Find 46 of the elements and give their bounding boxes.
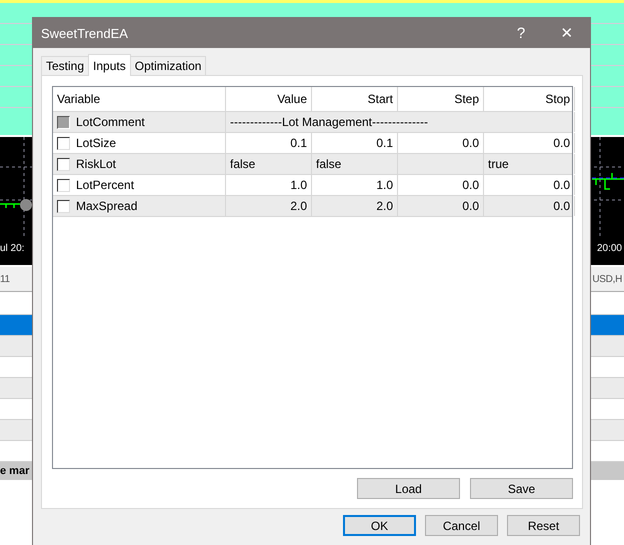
table-cell: false [312, 154, 398, 174]
table-cell: 0.1 [226, 133, 312, 153]
table-cell: 0.0 [398, 133, 484, 153]
panel-button[interactable]: Load [357, 478, 460, 499]
table-cell: 2.0 [226, 196, 312, 216]
table-cell: 2.0 [312, 196, 398, 216]
time-label: 20:00 [596, 243, 622, 254]
close-button[interactable]: ✕ [544, 18, 590, 48]
table-cell: 0.0 [484, 196, 575, 216]
table-cell: 1.0 [226, 175, 312, 195]
column-header[interactable]: Variable [53, 87, 226, 111]
column-header[interactable]: Step [398, 87, 484, 111]
variable-name: LotPercent [76, 178, 134, 192]
variable-name: RiskLot [76, 157, 116, 171]
window-title: SweetTrendEA [40, 26, 129, 40]
checkbox[interactable] [57, 200, 70, 212]
time-label: ul 20: [0, 243, 24, 254]
dialog-button[interactable]: OK [343, 515, 416, 536]
column-header[interactable]: Start [312, 87, 398, 111]
table-cell: false [226, 154, 312, 174]
checkbox[interactable] [57, 136, 70, 150]
tab-label: 11 [0, 274, 10, 284]
dialog-button[interactable]: Reset [507, 515, 580, 536]
table-cell: 0.0 [484, 133, 575, 153]
tab[interactable]: Optimization [130, 56, 206, 75]
tab[interactable]: Testing [41, 56, 90, 75]
variable-name: MaxSpread [76, 199, 138, 213]
summary-text: e mar [0, 465, 30, 477]
table-cell: 0.0 [484, 175, 575, 195]
tab-label: USD,H [592, 274, 622, 284]
table-cell: -------------Lot Management-------------- [226, 112, 575, 132]
column-header[interactable]: Stop [484, 87, 575, 111]
table-cell: 0.1 [312, 133, 398, 153]
checkbox[interactable] [57, 158, 70, 170]
panel-button[interactable]: Save [470, 478, 573, 499]
tab[interactable]: Inputs [88, 54, 131, 76]
dialog-button[interactable]: Cancel [425, 515, 498, 536]
table-cell: 0.0 [398, 196, 484, 216]
table-cell: 0.0 [398, 175, 484, 195]
table-cell: 1.0 [312, 175, 398, 195]
variable-name: LotSize [76, 136, 116, 150]
column-header[interactable]: Value [226, 87, 312, 111]
help-button[interactable]: ? [498, 18, 544, 48]
checkbox[interactable] [57, 178, 70, 192]
variable-name: LotComment [76, 115, 145, 129]
table-cell: true [484, 154, 575, 174]
